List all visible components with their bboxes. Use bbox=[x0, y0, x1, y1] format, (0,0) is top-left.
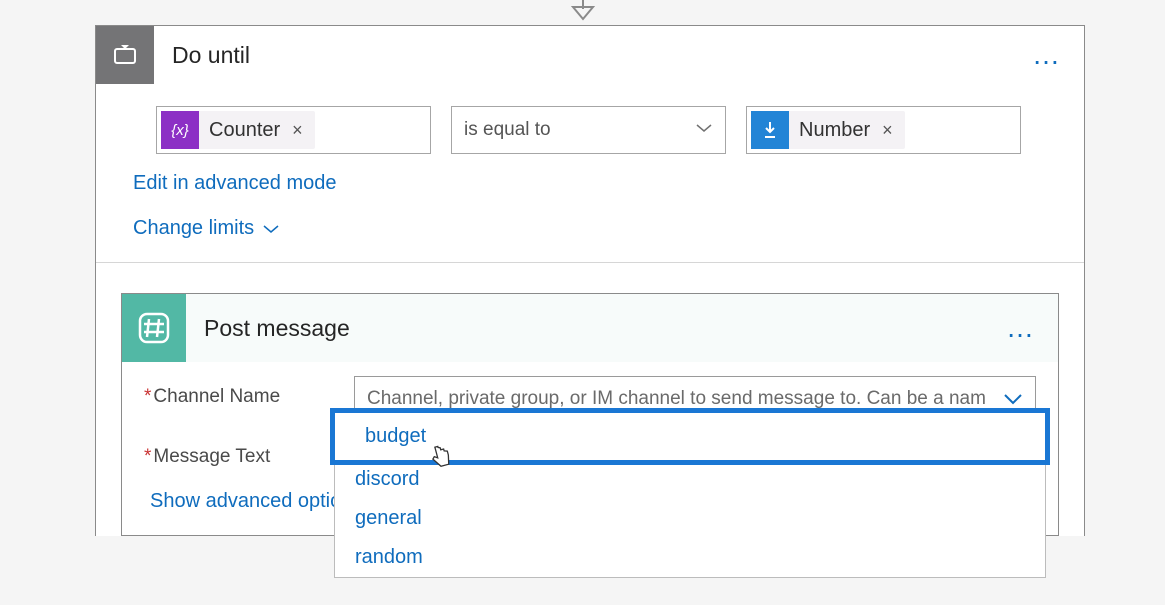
dropdown-option-random[interactable]: random bbox=[335, 538, 1045, 577]
chevron-down-icon bbox=[1003, 392, 1023, 406]
post-message-header[interactable]: Post message … bbox=[122, 294, 1058, 362]
operator-text: is equal to bbox=[464, 119, 551, 141]
remove-token-icon[interactable]: × bbox=[880, 120, 905, 141]
do-until-more-icon[interactable]: … bbox=[1010, 39, 1084, 71]
change-limits-link[interactable]: Change limits bbox=[133, 217, 280, 240]
channel-name-placeholder: Channel, private group, or IM channel to… bbox=[367, 388, 986, 410]
channel-name-row: *Channel Name Channel, private group, or… bbox=[122, 362, 1058, 422]
post-message-title: Post message bbox=[186, 315, 984, 342]
condition-right-input[interactable]: Number × bbox=[746, 106, 1021, 154]
condition-operator-select[interactable]: is equal to bbox=[451, 106, 726, 154]
condition-left-input[interactable]: {x} Counter × bbox=[156, 106, 431, 154]
token-label: Number bbox=[789, 119, 880, 142]
post-message-card: Post message … *Channel Name Channel, pr… bbox=[121, 293, 1059, 536]
number-token[interactable]: Number × bbox=[751, 111, 905, 149]
message-text-label: *Message Text bbox=[144, 436, 354, 468]
chevron-down-icon bbox=[262, 223, 280, 235]
dropdown-option-general[interactable]: general bbox=[335, 499, 1045, 538]
post-message-more-icon[interactable]: … bbox=[984, 312, 1058, 344]
loop-icon bbox=[96, 26, 154, 84]
hash-icon bbox=[122, 294, 186, 362]
connector-arrow bbox=[566, 0, 600, 28]
channel-name-label: *Channel Name bbox=[144, 376, 354, 408]
do-until-header[interactable]: Do until … bbox=[96, 26, 1084, 84]
dropdown-highlight-box: budget bbox=[330, 408, 1050, 465]
do-until-card: Do until … {x} Counter × is equal to bbox=[95, 25, 1085, 536]
condition-row: {x} Counter × is equal to Number bbox=[121, 106, 1059, 154]
chevron-down-icon bbox=[695, 121, 713, 139]
token-label: Counter bbox=[199, 119, 290, 142]
input-icon bbox=[751, 111, 789, 149]
remove-token-icon[interactable]: × bbox=[290, 120, 315, 141]
dropdown-option-discord[interactable]: discord bbox=[335, 460, 1045, 499]
divider bbox=[96, 262, 1084, 263]
variable-icon: {x} bbox=[161, 111, 199, 149]
channel-dropdown: budget discord general random bbox=[334, 408, 1046, 578]
counter-token[interactable]: {x} Counter × bbox=[161, 111, 315, 149]
do-until-title: Do until bbox=[154, 42, 1010, 69]
edit-advanced-mode-link[interactable]: Edit in advanced mode bbox=[133, 172, 336, 195]
dropdown-option-budget[interactable]: budget bbox=[335, 421, 1045, 452]
